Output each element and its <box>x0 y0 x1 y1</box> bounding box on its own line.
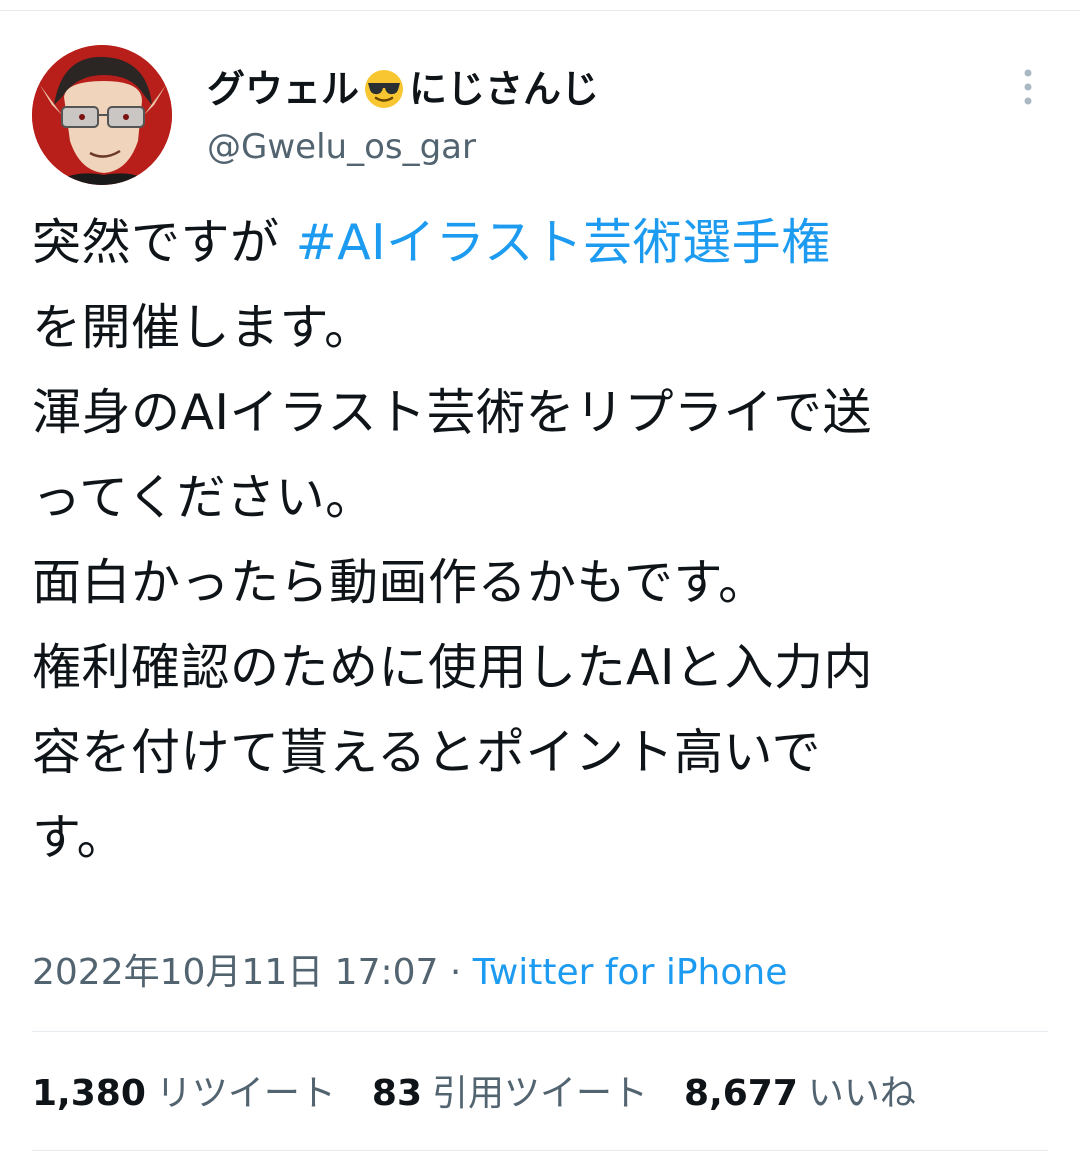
likes-count: 8,677 <box>684 1073 798 1114</box>
quotes-label: 引用ツイート <box>432 1073 649 1114</box>
tweet-meta: 2022年10月11日 17:07 · Twitter for iPhone <box>32 945 787 1001</box>
tweet-line-4: ってください。 <box>32 469 375 526</box>
vertical-dots-icon <box>1024 69 1032 105</box>
display-name-suffix: にじさんじ <box>409 67 600 111</box>
quotes-count: 83 <box>371 1073 422 1114</box>
tweet-line-8: す。 <box>32 809 127 866</box>
tweet-line-5: 面白かったら動画作るかもです。 <box>32 554 768 611</box>
source-link[interactable]: Twitter for iPhone <box>473 952 788 993</box>
likes-stat[interactable]: 8,677 いいね <box>684 1066 916 1122</box>
tweet-line-1: 突然ですが #AIイラスト芸術選手権 <box>32 200 1062 285</box>
top-divider <box>0 10 1080 11</box>
stats-divider-top <box>32 1031 1048 1032</box>
retweets-stat[interactable]: 1,380 リツイート <box>32 1066 336 1122</box>
retweets-label: リツイート <box>155 1073 336 1114</box>
retweets-count: 1,380 <box>32 1073 146 1114</box>
tweet-header: グウェル にじさんじ @Gwelu_os_gar <box>32 45 1048 185</box>
hashtag-link[interactable]: #AIイラスト芸術選手権 <box>296 214 831 271</box>
timestamp[interactable]: 2022年10月11日 17:07 <box>32 952 438 993</box>
display-name-prefix: グウェル <box>207 67 360 111</box>
handle[interactable]: @Gwelu_os_gar <box>207 125 599 169</box>
likes-label: いいね <box>807 1073 916 1114</box>
tweet-line-7: 容を付けて貰えるとポイント高いで <box>32 724 822 781</box>
stats-divider-bottom <box>32 1150 1048 1151</box>
more-options-button[interactable] <box>1016 67 1040 107</box>
quotes-stat[interactable]: 83 引用ツイート <box>372 1066 648 1122</box>
tweet-line-1-text: 突然ですが <box>32 214 296 271</box>
avatar[interactable] <box>32 45 172 185</box>
tweet-text: 突然ですが #AIイラスト芸術選手権 を開催します。 渾身のAIイラスト芸術をリ… <box>32 200 1062 880</box>
smiling-face-with-sunglasses-icon <box>363 68 405 110</box>
tweet-line-6: 権利確認のために使用したAIと入力内 <box>32 639 873 696</box>
meta-separator: · <box>438 952 473 993</box>
tweet-line-2: を開催します。 <box>32 299 374 356</box>
display-name[interactable]: グウェル にじさんじ <box>207 65 599 113</box>
author-names: グウェル にじさんじ @Gwelu_os_gar <box>207 65 599 169</box>
tweet-line-3: 渾身のAIイラスト芸術をリプライで送 <box>32 384 872 441</box>
avatar-illustration <box>32 45 172 185</box>
engagement-stats: 1,380 リツイート 83 引用ツイート 8,677 いいね <box>32 1066 916 1122</box>
